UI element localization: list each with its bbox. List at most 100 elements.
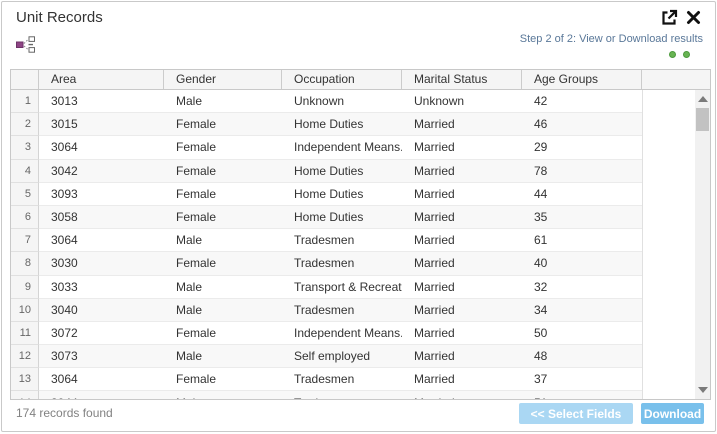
table-row[interactable]: 93033MaleTransport & Recreat...Married32 xyxy=(11,276,710,299)
cell-age-group: 44 xyxy=(522,183,642,206)
cell-gender: Female xyxy=(164,252,282,275)
table-row[interactable]: 123073MaleSelf employedMarried48 xyxy=(11,345,710,368)
download-button[interactable]: Download xyxy=(641,403,704,424)
table-row[interactable]: 23015FemaleHome DutiesMarried46 xyxy=(11,113,710,136)
cell-marital-status: Married xyxy=(402,322,522,345)
cell-age-group: 46 xyxy=(522,113,642,136)
cell-area: 3058 xyxy=(39,206,164,229)
cell-occupation: Tradesmen xyxy=(282,391,402,399)
cell-num: 1 xyxy=(11,90,39,113)
unit-records-dialog: Unit Records Step 2 of 2: View or Downlo… xyxy=(1,1,716,432)
cell-num: 14 xyxy=(11,391,39,399)
cell-num: 4 xyxy=(11,160,39,183)
cell-occupation: Home Duties xyxy=(282,206,402,229)
table-row[interactable]: 63058FemaleHome DutiesMarried35 xyxy=(11,206,710,229)
scroll-down-icon[interactable] xyxy=(698,387,708,393)
cell-gender: Male xyxy=(164,90,282,113)
cell-gender: Male xyxy=(164,345,282,368)
cell-num: 9 xyxy=(11,276,39,299)
table-row[interactable]: 53093FemaleHome DutiesMarried44 xyxy=(11,183,710,206)
cell-occupation: Tradesmen xyxy=(282,252,402,275)
scroll-up-icon[interactable] xyxy=(698,96,708,102)
cell-gender: Male xyxy=(164,391,282,399)
cell-gender: Female xyxy=(164,136,282,159)
header-filler xyxy=(642,70,710,89)
hierarchy-icon[interactable] xyxy=(16,36,36,53)
cell-num: 12 xyxy=(11,345,39,368)
table-row[interactable]: 33064FemaleIndependent Means...Married29 xyxy=(11,136,710,159)
cell-gender: Female xyxy=(164,206,282,229)
cell-gender: Female xyxy=(164,113,282,136)
cell-occupation: Unknown xyxy=(282,90,402,113)
table-row[interactable]: 103040MaleTradesmenMarried34 xyxy=(11,299,710,322)
dialog-title: Unit Records xyxy=(16,9,103,26)
column-header-area[interactable]: Area xyxy=(39,70,164,89)
table-row[interactable]: 83030FemaleTradesmenMarried40 xyxy=(11,252,710,275)
cell-num: 8 xyxy=(11,252,39,275)
vertical-scrollbar[interactable] xyxy=(695,90,710,399)
table-row[interactable]: 143044MaleTradesmenMarried51 xyxy=(11,391,710,399)
cell-age-group: 61 xyxy=(522,229,642,252)
cell-area: 3033 xyxy=(39,276,164,299)
open-external-icon[interactable] xyxy=(660,9,678,27)
close-icon[interactable] xyxy=(686,10,704,28)
column-header-occupation[interactable]: Occupation xyxy=(282,70,402,89)
table-row[interactable]: 13013MaleUnknownUnknown42 xyxy=(11,90,710,113)
cell-age-group: 32 xyxy=(522,276,642,299)
cell-occupation: Independent Means... xyxy=(282,136,402,159)
column-header-age-groups[interactable]: Age Groups xyxy=(522,70,642,89)
cell-area: 3064 xyxy=(39,229,164,252)
cell-num: 11 xyxy=(11,322,39,345)
records-count: 174 records found xyxy=(16,406,113,420)
cell-occupation: Home Duties xyxy=(282,113,402,136)
cell-marital-status: Married xyxy=(402,183,522,206)
progress-dot xyxy=(683,51,690,58)
cell-gender: Male xyxy=(164,229,282,252)
cell-age-group: 50 xyxy=(522,322,642,345)
cell-age-group: 37 xyxy=(522,368,642,391)
progress-dots xyxy=(669,51,690,58)
cell-area: 3040 xyxy=(39,299,164,322)
cell-num: 5 xyxy=(11,183,39,206)
cell-occupation: Independent Means... xyxy=(282,322,402,345)
cell-marital-status: Married xyxy=(402,368,522,391)
cell-area: 3072 xyxy=(39,322,164,345)
cell-occupation: Self employed xyxy=(282,345,402,368)
select-fields-button[interactable]: << Select Fields xyxy=(519,403,633,424)
cell-age-group: 29 xyxy=(522,136,642,159)
cell-area: 3064 xyxy=(39,136,164,159)
row-number-header xyxy=(11,70,39,89)
cell-marital-status: Married xyxy=(402,345,522,368)
cell-age-group: 35 xyxy=(522,206,642,229)
cell-marital-status: Married xyxy=(402,229,522,252)
cell-num: 13 xyxy=(11,368,39,391)
cell-gender: Male xyxy=(164,299,282,322)
cell-num: 2 xyxy=(11,113,39,136)
cell-area: 3073 xyxy=(39,345,164,368)
cell-age-group: 48 xyxy=(522,345,642,368)
scrollbar-thumb[interactable] xyxy=(696,108,709,131)
cell-occupation: Tradesmen xyxy=(282,229,402,252)
column-header-marital-status[interactable]: Marital Status xyxy=(402,70,522,89)
cell-gender: Female xyxy=(164,368,282,391)
cell-age-group: 51 xyxy=(522,391,642,399)
cell-gender: Female xyxy=(164,183,282,206)
cell-gender: Female xyxy=(164,160,282,183)
table-row[interactable]: 133064FemaleTradesmenMarried37 xyxy=(11,368,710,391)
cell-age-group: 42 xyxy=(522,90,642,113)
cell-marital-status: Married xyxy=(402,113,522,136)
cell-marital-status: Married xyxy=(402,206,522,229)
table-row[interactable]: 43042FemaleHome DutiesMarried78 xyxy=(11,160,710,183)
cell-age-group: 34 xyxy=(522,299,642,322)
cell-marital-status: Married xyxy=(402,299,522,322)
cell-age-group: 78 xyxy=(522,160,642,183)
progress-dot xyxy=(669,51,676,58)
table-row[interactable]: 113072FemaleIndependent Means...Married5… xyxy=(11,322,710,345)
cell-num: 6 xyxy=(11,206,39,229)
table-row[interactable]: 73064MaleTradesmenMarried61 xyxy=(11,229,710,252)
cell-occupation: Home Duties xyxy=(282,160,402,183)
cell-marital-status: Married xyxy=(402,160,522,183)
cell-area: 3093 xyxy=(39,183,164,206)
records-table: AreaGenderOccupationMarital StatusAge Gr… xyxy=(10,69,711,400)
column-header-gender[interactable]: Gender xyxy=(164,70,282,89)
